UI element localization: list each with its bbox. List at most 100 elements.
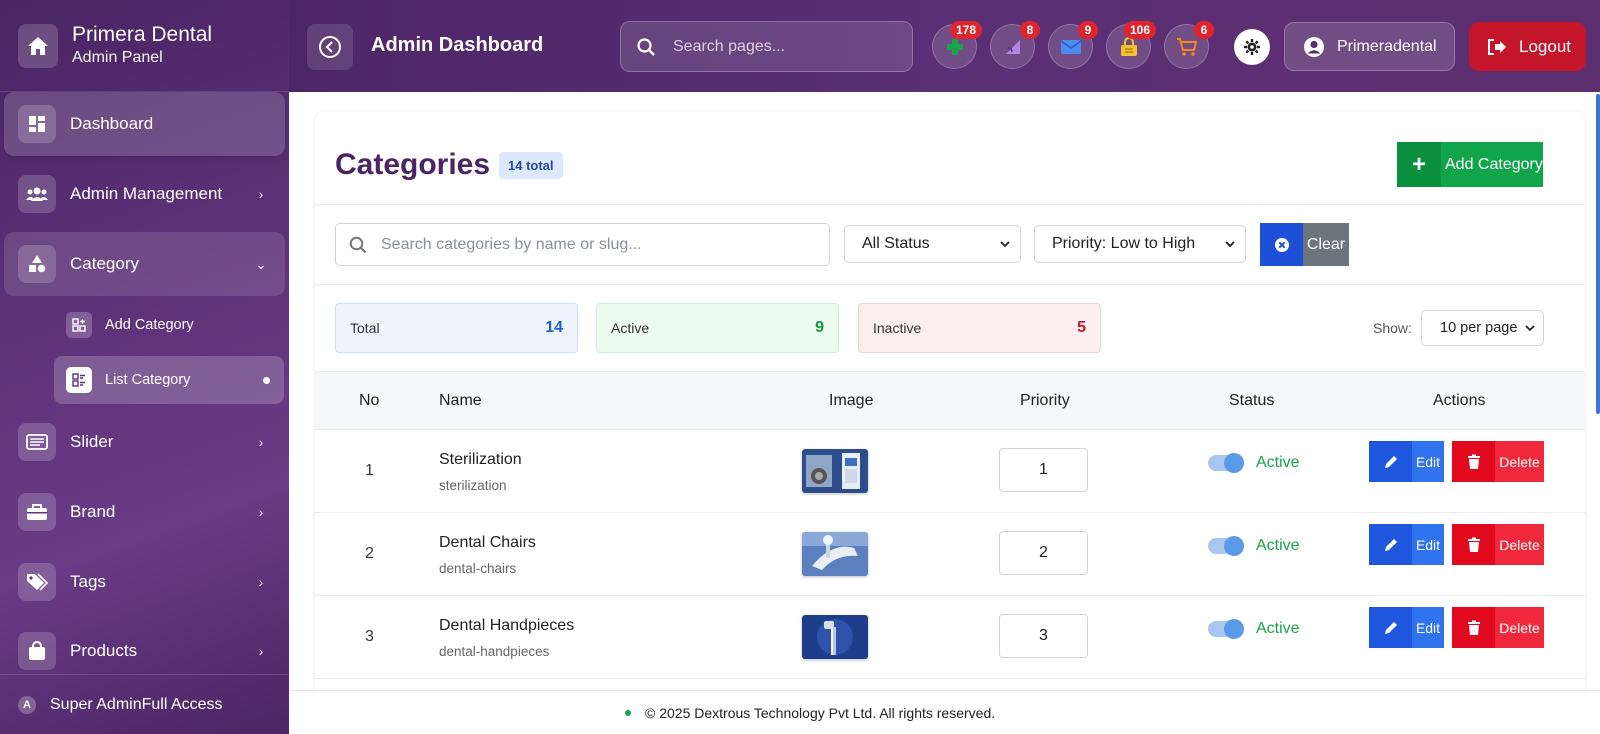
status-filter-select[interactable]: All Status [844,225,1021,263]
show-label: Show: [1373,320,1412,336]
pencil-icon [1369,607,1412,648]
logout-icon [1488,38,1506,55]
sidebar-item-category[interactable]: Category ⌄ [4,232,285,296]
delete-label: Delete [1495,607,1544,648]
sidebar-item-tags[interactable]: Tags › [4,550,285,614]
status-toggle[interactable] [1208,536,1244,556]
user-circle-icon [1304,36,1324,57]
per-page-select[interactable]: 10 per page [1421,310,1544,346]
divider [315,204,1585,205]
sidebar-toggle-button[interactable] [307,24,353,70]
sort-filter-select[interactable]: Priority: Low to High [1034,225,1246,263]
category-image[interactable] [802,615,868,659]
category-slug: dental-handpieces [439,644,550,659]
notification-button-feed[interactable]: 8 [990,21,1040,69]
sidebar-item-dashboard[interactable]: Dashboard [4,92,285,156]
sidebar-item-label: Slider [70,432,114,451]
notification-button-cart[interactable]: 6 [1164,21,1214,69]
edit-label: Edit [1412,524,1444,565]
edit-label: Edit [1412,607,1444,648]
add-category-button[interactable]: + Add Category [1397,142,1543,187]
delete-label: Delete [1495,524,1544,565]
sidebar-subitem-add-category[interactable]: Add Category [54,301,284,349]
status-text: Active [1256,537,1300,554]
row-number: 2 [365,545,374,562]
stat-total: Total 14 [335,303,578,353]
sidebar-item-label: Admin Management [70,184,223,203]
priority-input[interactable]: 2 [999,531,1088,575]
priority-input[interactable]: 1 [999,448,1088,492]
edit-button[interactable]: Edit [1369,524,1444,565]
delete-button[interactable]: Delete [1452,607,1544,648]
stat-value: 14 [545,319,563,336]
clear-filters-button[interactable]: Clear [1260,223,1349,266]
table-row [315,679,1585,690]
table-row: 3 Dental Handpieces dental-handpieces 3 … [315,596,1585,679]
sidebar-item-label: Dashboard [70,114,154,133]
notification-button-mail[interactable]: 9 [1048,21,1098,69]
categories-card: Categories 14 total + Add Category All S… [315,112,1585,690]
status-toggle[interactable] [1208,619,1244,639]
sidebar-item-admin-management[interactable]: Admin Management › [4,162,285,226]
priority-input[interactable]: 3 [999,614,1088,658]
page-search[interactable] [620,21,913,72]
stat-label: Total [350,320,380,336]
edit-button[interactable]: Edit [1369,607,1444,648]
table-row: 2 Dental Chairs dental-chairs 2 Active E… [315,513,1585,596]
table-row: 1 Sterilization sterilization 1 Active E… [315,430,1585,513]
category-image[interactable] [802,532,868,576]
status-toggle[interactable] [1208,453,1244,473]
gear-icon [1244,39,1260,55]
notification-badge: 6 [1194,21,1214,39]
notification-button-orders[interactable]: 178 [932,21,982,69]
list-icon [66,367,92,393]
notification-button-inventory[interactable]: 106 [1106,21,1156,69]
add-grid-icon [66,312,92,338]
sort-filter-value: Priority: Low to High [1052,235,1196,252]
brand-title: Primera Dental [72,22,213,46]
theme-toggle-button[interactable] [1234,29,1270,65]
chevron-right-icon: › [258,186,264,202]
delete-button[interactable]: Delete [1452,441,1544,482]
sidebar-subitem-list-category[interactable]: List Category [54,356,284,404]
sidebar-item-slider[interactable]: Slider › [4,410,285,474]
shopping-bag-icon [18,632,56,670]
status-dot [625,709,631,716]
category-search-input[interactable] [381,235,811,254]
status-text: Active [1256,454,1300,471]
notification-badge: 178 [949,21,982,39]
page-footer: © 2025 Dextrous Technology Pvt Ltd. All … [289,690,1600,734]
page-scrollbar[interactable] [1596,94,1600,414]
stat-value: 5 [1077,319,1086,336]
category-image[interactable] [802,449,868,493]
dashboard-icon [18,105,56,143]
chevron-left-circle-icon [319,36,341,58]
pencil-icon [1369,524,1412,565]
category-search[interactable] [335,223,830,266]
chevron-right-icon: › [258,574,264,590]
chevron-down-icon [1225,241,1235,248]
feed-icon [1005,39,1020,54]
search-icon [349,236,367,253]
column-header-image: Image [829,392,874,409]
page-search-input[interactable] [673,37,893,56]
chevron-down-icon: ⌄ [255,255,267,272]
briefcase-icon [18,493,56,531]
category-slug: sterilization [439,478,507,493]
user-menu-button[interactable]: Primeradental [1284,22,1455,71]
category-slug: dental-chairs [439,561,517,576]
sidebar-item-brand[interactable]: Brand › [4,480,285,544]
logout-button[interactable]: Logout [1469,22,1586,71]
clear-label: Clear [1303,223,1349,266]
category-name: Dental Chairs [439,534,536,551]
header-title: Admin Dashboard [371,34,544,56]
slider-icon [18,423,56,461]
per-page-value: 10 per page [1440,320,1518,336]
delete-button[interactable]: Delete [1452,524,1544,565]
sidebar-subitem-label: List Category [105,372,191,388]
edit-button[interactable]: Edit [1369,441,1444,482]
status-text: Active [1256,620,1300,637]
main-content: Categories 14 total + Add Category All S… [289,92,1600,690]
row-number: 1 [365,462,374,479]
brand[interactable]: Primera Dental Admin Panel [0,0,289,92]
